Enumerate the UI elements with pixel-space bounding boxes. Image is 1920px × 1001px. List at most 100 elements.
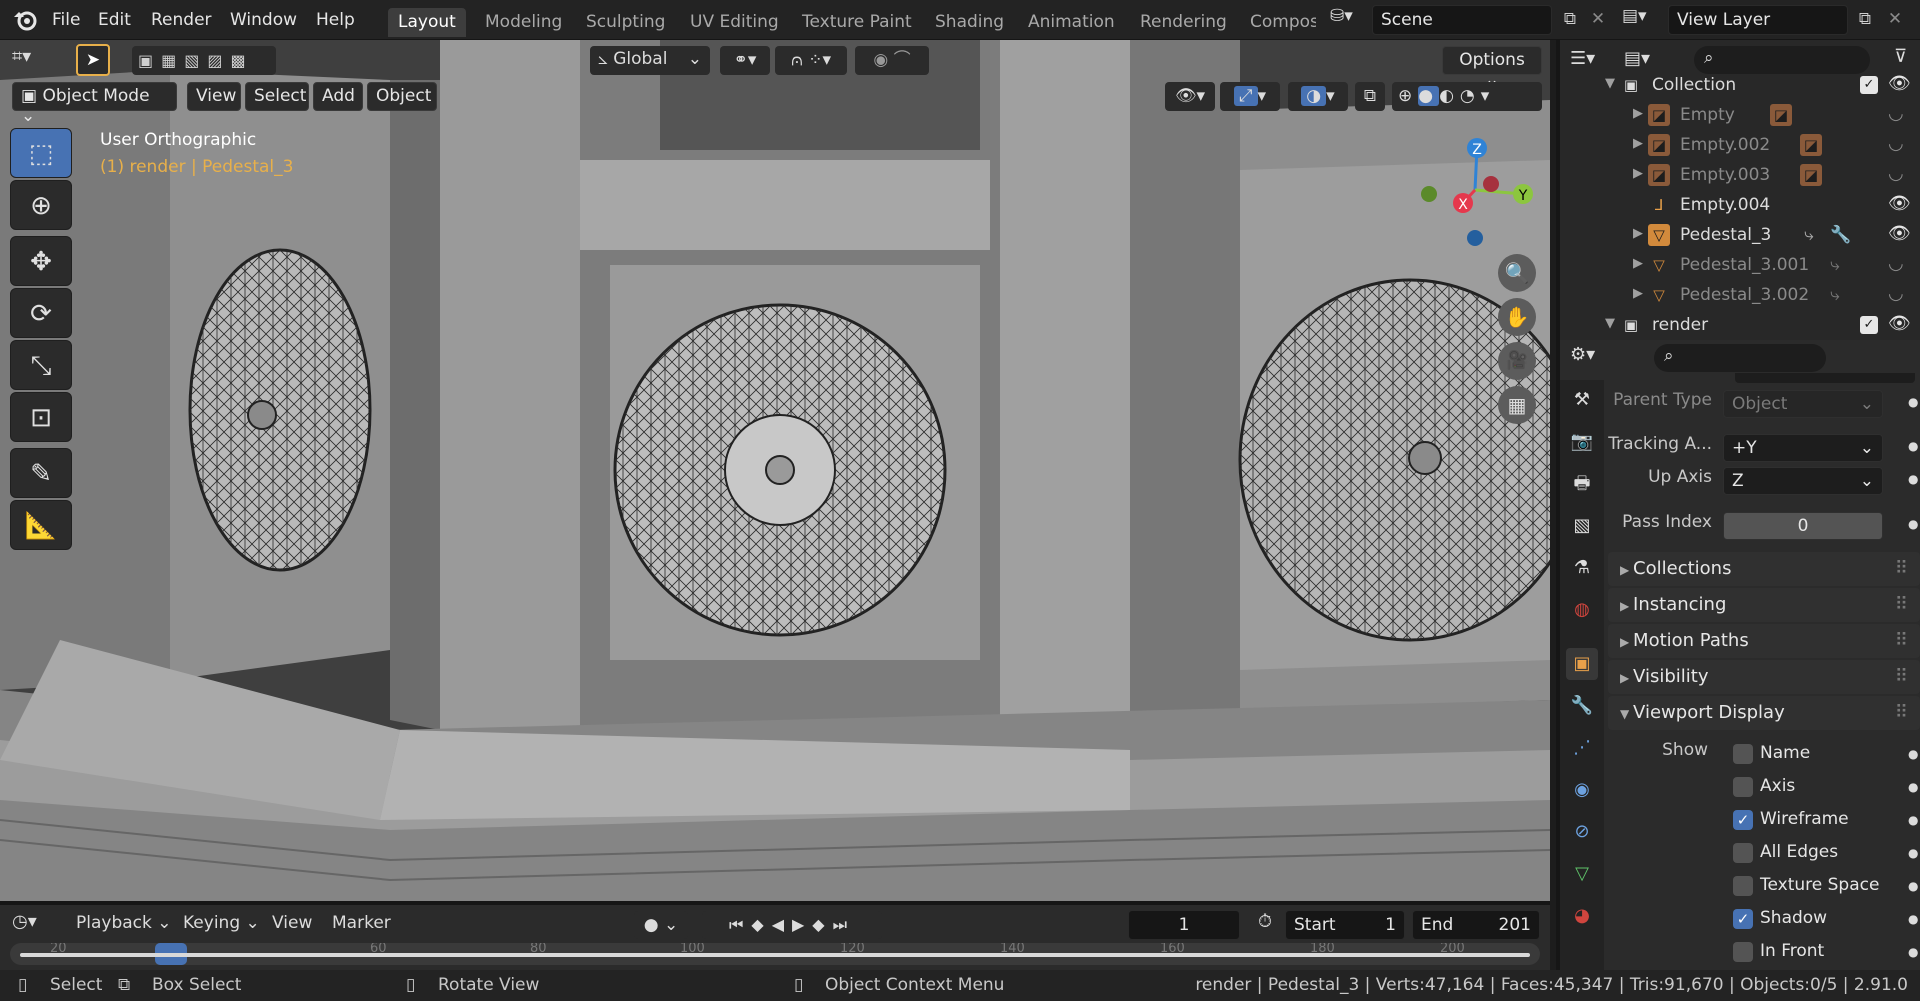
keyframe-dot-icon[interactable]: ● xyxy=(1908,472,1918,486)
expand-arrow-icon[interactable]: ▼ xyxy=(1600,76,1620,91)
physics-tab-icon[interactable]: ◉ xyxy=(1566,774,1598,806)
shading-mode-icons[interactable]: ⊕●◐◔▾ xyxy=(1392,82,1542,111)
menu-edit[interactable]: Edit xyxy=(98,10,131,30)
properties-search-input[interactable]: ⌕ xyxy=(1654,344,1826,372)
object-data-tab-icon[interactable]: ▽ xyxy=(1566,858,1598,890)
tool-settings-tab-icon[interactable]: ⚒ xyxy=(1566,384,1598,416)
shadow-checkbox[interactable]: ✓ xyxy=(1733,909,1753,929)
end-frame-field[interactable]: End 201 xyxy=(1412,910,1540,940)
axis-checkbox[interactable] xyxy=(1733,777,1753,797)
snap-icon[interactable]: ⩀ ⁘▾ xyxy=(775,46,847,75)
expand-arrow-icon[interactable]: ▶ xyxy=(1628,256,1648,271)
object-mode-dropdown[interactable]: ▣ Object Mode ⌄ xyxy=(12,82,177,126)
drag-handle-icon[interactable]: ⠿ xyxy=(1895,630,1908,651)
viewlayer-name-field[interactable]: View Layer xyxy=(1668,5,1848,35)
outliner-row-empty003[interactable]: ▶ ◪ Empty.003 ◪ ◡ xyxy=(1560,160,1920,190)
menu-timeline-view[interactable]: View xyxy=(272,913,312,933)
menu-marker[interactable]: Marker xyxy=(332,913,391,933)
timeline-scrubber[interactable]: 20 60 80 100 120 140 160 180 200 xyxy=(10,943,1540,965)
material-tab-icon[interactable]: ◕ xyxy=(1566,900,1598,932)
outliner-row-pedestal3002[interactable]: ▶ ▽ Pedestal_3.002 ⤷ ◡ xyxy=(1560,280,1920,310)
outliner-row-empty004[interactable]: ⅃ Empty.004 👁 xyxy=(1560,190,1920,220)
keyframe-dot-icon[interactable]: ● xyxy=(1908,395,1918,409)
rosette-center[interactable] xyxy=(613,303,947,637)
zoom-icon[interactable]: 🔍 xyxy=(1498,254,1536,292)
pass-index-field[interactable]: 0 xyxy=(1723,512,1883,540)
tab-shading[interactable]: Shading xyxy=(925,8,1014,37)
outliner-row-pedestal3001[interactable]: ▶ ▽ Pedestal_3.001 ⤷ ◡ xyxy=(1560,250,1920,280)
constraints-tab-icon[interactable]: ⊘ xyxy=(1566,816,1598,848)
start-frame-field[interactable]: Start 1 xyxy=(1285,910,1405,940)
select-tool-icon[interactable]: ➤ xyxy=(76,44,110,76)
drag-handle-icon[interactable]: ⠿ xyxy=(1895,558,1908,579)
rotate-icon[interactable]: ⟳ xyxy=(10,288,72,338)
menu-help[interactable]: Help xyxy=(316,10,355,30)
transform-icon[interactable]: ⊡ xyxy=(10,392,72,442)
eye-icon[interactable]: 👁 xyxy=(1888,193,1911,214)
camera-view-icon[interactable]: 🎥 xyxy=(1498,342,1536,380)
new-scene-icon[interactable]: ⧉ xyxy=(1555,5,1585,34)
scene-selector-icon[interactable]: ⛁▾ xyxy=(1330,6,1372,34)
panel-visibility[interactable]: ▶ Visibility ⠿ xyxy=(1608,660,1920,694)
navigation-gizmo[interactable]: Z Y X xyxy=(1405,130,1545,250)
keyframe-dot-icon[interactable]: ● xyxy=(1908,846,1918,860)
rosette-left[interactable] xyxy=(188,248,372,572)
menu-view[interactable]: View xyxy=(187,82,241,111)
keyframe-dot-icon[interactable]: ● xyxy=(1908,813,1918,827)
tab-sculpting[interactable]: Sculpting xyxy=(576,8,675,37)
outliner-row-collection[interactable]: ▼ ▣ Collection ✓ 👁 xyxy=(1560,70,1920,100)
tracking-axis-dropdown[interactable]: +Y ⌄ xyxy=(1723,434,1883,462)
panel-instancing[interactable]: ▶ Instancing ⠿ xyxy=(1608,588,1920,622)
menu-add[interactable]: Add xyxy=(313,82,363,111)
in-front-checkbox[interactable] xyxy=(1733,942,1753,962)
timeline-editor-type-icon[interactable]: ◷▾ xyxy=(12,911,60,939)
outliner-row-empty[interactable]: ▶ ◪ Empty ◪ ◡ xyxy=(1560,100,1920,130)
tab-texture-paint[interactable]: Texture Paint xyxy=(792,8,922,37)
filter-icon[interactable]: ⊽ xyxy=(1894,46,1907,67)
tab-compositing[interactable]: Compos xyxy=(1240,8,1316,37)
annotate-icon[interactable]: ✎ xyxy=(10,448,72,498)
eye-closed-icon[interactable]: ◡ xyxy=(1888,283,1904,304)
tab-uv-editing[interactable]: UV Editing xyxy=(680,8,789,37)
move-icon[interactable]: ✥ xyxy=(10,236,72,286)
eye-closed-icon[interactable]: ◡ xyxy=(1888,163,1904,184)
output-tab-icon[interactable]: 🖶 xyxy=(1566,468,1598,500)
scale-icon[interactable]: ⤡ xyxy=(10,340,72,390)
options-dropdown[interactable]: Options ⌄ xyxy=(1442,46,1542,90)
gizmo-toggle-icon[interactable]: ⤢ ▾ xyxy=(1220,82,1280,111)
modifier-tab-icon[interactable]: 🔧 xyxy=(1566,690,1598,722)
panel-viewport-display[interactable]: ▼ Viewport Display ⠿ xyxy=(1608,696,1920,730)
drag-handle-icon[interactable]: ⠿ xyxy=(1895,666,1908,687)
render-tab-icon[interactable]: 📷 xyxy=(1566,426,1598,458)
select-box-icon[interactable]: ⬚ xyxy=(10,128,72,178)
menu-window[interactable]: Window xyxy=(230,10,297,30)
perspective-toggle-icon[interactable]: ▦ xyxy=(1498,386,1536,424)
auto-keying-icon[interactable]: ● ⌄ xyxy=(634,911,688,939)
eye-icon[interactable]: 👁 xyxy=(1888,223,1911,244)
cursor-icon[interactable]: ⊕ xyxy=(10,180,72,230)
overlays-toggle-icon[interactable]: ◑ ▾ xyxy=(1288,82,1348,111)
proportional-edit-icon[interactable]: ◉ ⌒ xyxy=(855,46,929,75)
scene-name-field[interactable]: Scene xyxy=(1372,5,1552,35)
menu-select[interactable]: Select xyxy=(245,82,309,111)
tab-layout[interactable]: Layout xyxy=(388,8,466,37)
menu-render[interactable]: Render xyxy=(151,10,212,30)
3d-viewport[interactable]: ⌗▾ ➤ ▣▦▧▨▩ ⦣ Global ⌄ ⚭▾ ⩀ ⁘▾ ◉ ⌒ Options… xyxy=(0,40,1550,901)
keyframe-dot-icon[interactable]: ● xyxy=(1908,517,1918,531)
eye-closed-icon[interactable]: ◡ xyxy=(1888,103,1904,124)
keyframe-dot-icon[interactable]: ● xyxy=(1908,747,1918,761)
object-tab-icon[interactable]: ▣ xyxy=(1566,648,1598,680)
world-tab-icon[interactable]: ◍ xyxy=(1566,594,1598,626)
eye-closed-icon[interactable]: ◡ xyxy=(1888,253,1904,274)
parent-type-dropdown[interactable]: Object ⌄ xyxy=(1723,390,1883,418)
new-viewlayer-icon[interactable]: ⧉ xyxy=(1850,5,1880,34)
keyframe-dot-icon[interactable]: ● xyxy=(1908,879,1918,893)
collection-checkbox[interactable]: ✓ xyxy=(1860,76,1878,94)
expand-arrow-icon[interactable]: ▶ xyxy=(1628,136,1648,151)
panel-motion-paths[interactable]: ▶ Motion Paths ⠿ xyxy=(1608,624,1920,658)
outliner-row-render[interactable]: ▼ ▣ render ✓ 👁 xyxy=(1560,310,1920,340)
name-checkbox[interactable] xyxy=(1733,744,1753,764)
stopwatch-icon[interactable]: ⏱ xyxy=(1250,911,1280,939)
panel-collections[interactable]: ▶ Collections ⠿ xyxy=(1608,552,1920,586)
keyframe-dot-icon[interactable]: ● xyxy=(1908,912,1918,926)
